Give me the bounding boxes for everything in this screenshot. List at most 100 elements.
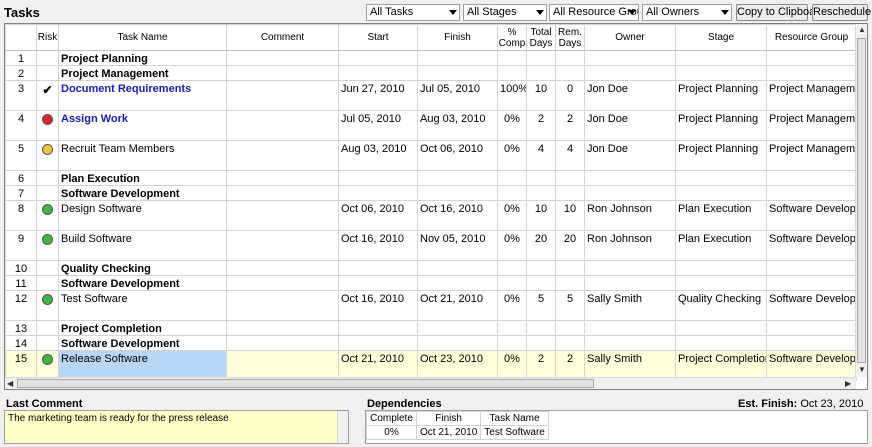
task-name-cell[interactable]: Project Management	[58, 65, 227, 81]
start-cell[interactable]: Aug 03, 2010	[338, 140, 418, 171]
task-row[interactable]: 8 Design Software Oct 06, 2010 Oct 16, 2010…	[5, 200, 857, 231]
task-row[interactable]: 12 Test Software Oct 16, 2010 Oct 21, 2010 0…	[5, 290, 857, 321]
stage-cell[interactable]	[675, 260, 767, 276]
percent-complete-header[interactable]: % Comp	[497, 24, 527, 51]
start-cell[interactable]: Oct 16, 2010	[338, 290, 418, 321]
resource-group-cell[interactable]	[766, 170, 857, 186]
finish-cell[interactable]	[417, 320, 498, 336]
finish-header[interactable]: Finish	[417, 24, 498, 51]
phase-row[interactable]: 1 Project Planning	[5, 50, 857, 66]
start-cell[interactable]	[338, 170, 418, 186]
percent-complete-cell[interactable]: 0%	[497, 140, 527, 171]
stage-cell[interactable]	[675, 275, 767, 291]
owner-cell[interactable]: Sally Smith	[584, 290, 676, 321]
finish-cell[interactable]: Oct 21, 2010	[417, 290, 498, 321]
task-row[interactable]: 5 Recruit Team Members Aug 03, 2010 Oct 06,…	[5, 140, 857, 171]
percent-complete-cell[interactable]: 0%	[497, 230, 527, 261]
task-name-cell[interactable]: Document Requirements	[58, 80, 227, 111]
phase-row[interactable]: 6 Plan Execution	[5, 170, 857, 186]
finish-cell[interactable]: Oct 06, 2010	[417, 140, 498, 171]
task-name-cell[interactable]: Design Software	[58, 200, 227, 231]
comment-cell[interactable]	[226, 65, 339, 81]
remaining-days-cell[interactable]	[555, 335, 585, 351]
stage-cell[interactable]: Project Planning	[675, 80, 767, 111]
total-days-cell[interactable]: 5	[526, 290, 556, 321]
percent-complete-cell[interactable]: 100%	[497, 80, 527, 111]
phase-row[interactable]: 13 Project Completion	[5, 320, 857, 336]
stage-cell[interactable]: Quality Checking	[675, 290, 767, 321]
resource-group-cell[interactable]: Software Development	[766, 200, 857, 231]
resource-group-cell[interactable]	[766, 335, 857, 351]
remaining-days-cell[interactable]: 2	[555, 350, 585, 381]
resource-group-cell[interactable]: Project Management	[766, 80, 857, 111]
owner-cell[interactable]: Jon Doe	[584, 110, 676, 141]
percent-complete-cell[interactable]	[497, 335, 527, 351]
stage-cell[interactable]: Plan Execution	[675, 200, 767, 231]
start-cell[interactable]: Jul 05, 2010	[338, 110, 418, 141]
finish-cell[interactable]: Oct 16, 2010	[417, 200, 498, 231]
remaining-days-cell[interactable]	[555, 50, 585, 66]
finish-cell[interactable]	[417, 260, 498, 276]
task-name-cell[interactable]: Plan Execution	[58, 170, 227, 186]
finish-cell[interactable]	[417, 275, 498, 291]
scroll-up-icon[interactable]: ▲	[858, 25, 866, 35]
total-days-cell[interactable]: 4	[526, 140, 556, 171]
owner-cell[interactable]	[584, 275, 676, 291]
start-cell[interactable]	[338, 335, 418, 351]
reschedule-button[interactable]: Reschedule	[812, 4, 871, 21]
comment-cell[interactable]	[226, 290, 339, 321]
percent-complete-cell[interactable]	[497, 260, 527, 276]
resource-group-cell[interactable]	[766, 185, 857, 201]
resource-group-cell[interactable]	[766, 275, 857, 291]
dependency-row[interactable]: 0% Oct 21, 2010 Test Software	[366, 425, 549, 440]
vertical-scrollbar[interactable]: ▲ ▼	[855, 24, 867, 377]
group-row[interactable]: 14 Software Development	[5, 335, 857, 351]
owner-cell[interactable]	[584, 335, 676, 351]
finish-cell[interactable]: Aug 03, 2010	[417, 110, 498, 141]
scroll-right-icon[interactable]: ▶	[845, 379, 851, 389]
owner-cell[interactable]: Sally Smith	[584, 350, 676, 381]
stage-cell[interactable]	[675, 320, 767, 336]
comment-cell[interactable]	[226, 230, 339, 261]
resource-group-cell[interactable]: Project Management	[766, 110, 857, 141]
task-name-cell[interactable]: Assign Work	[58, 110, 227, 141]
finish-cell[interactable]	[417, 335, 498, 351]
owner-header[interactable]: Owner	[584, 24, 676, 51]
finish-cell[interactable]: Oct 23, 2010	[417, 350, 498, 381]
percent-complete-cell[interactable]: 0%	[497, 350, 527, 381]
finish-cell[interactable]: Nov 05, 2010	[417, 230, 498, 261]
start-cell[interactable]: Oct 16, 2010	[338, 230, 418, 261]
task-row[interactable]: 3 ✔ Document Requirements Jun 27, 2010 Jul 0…	[5, 80, 857, 111]
remaining-days-cell[interactable]: 10	[555, 200, 585, 231]
finish-cell[interactable]: Jul 05, 2010	[417, 80, 498, 111]
start-cell[interactable]	[338, 320, 418, 336]
start-cell[interactable]	[338, 275, 418, 291]
remaining-days-cell[interactable]	[555, 65, 585, 81]
comment-scrollbar[interactable]	[337, 411, 348, 443]
comment-cell[interactable]	[226, 275, 339, 291]
remaining-days-cell[interactable]	[555, 185, 585, 201]
comment-header[interactable]: Comment	[226, 24, 339, 51]
comment-cell[interactable]	[226, 350, 339, 381]
start-cell[interactable]: Oct 21, 2010	[338, 350, 418, 381]
comment-cell[interactable]	[226, 320, 339, 336]
finish-cell[interactable]	[417, 185, 498, 201]
finish-cell[interactable]	[417, 170, 498, 186]
remaining-days-cell[interactable]: 4	[555, 140, 585, 171]
percent-complete-cell[interactable]	[497, 170, 527, 186]
comment-cell[interactable]	[226, 140, 339, 171]
percent-complete-cell[interactable]: 0%	[497, 200, 527, 231]
stage-cell[interactable]: Plan Execution	[675, 230, 767, 261]
owner-cell[interactable]	[584, 65, 676, 81]
total-days-cell[interactable]	[526, 320, 556, 336]
stage-cell[interactable]: Project Planning	[675, 140, 767, 171]
total-days-cell[interactable]: 20	[526, 230, 556, 261]
comment-cell[interactable]	[226, 335, 339, 351]
total-days-cell[interactable]: 10	[526, 200, 556, 231]
finish-cell[interactable]	[417, 50, 498, 66]
owner-cell[interactable]	[584, 170, 676, 186]
total-days-cell[interactable]	[526, 185, 556, 201]
owner-cell[interactable]: Jon Doe	[584, 80, 676, 111]
start-header[interactable]: Start	[338, 24, 418, 51]
horizontal-scroll-thumb[interactable]	[17, 379, 594, 388]
